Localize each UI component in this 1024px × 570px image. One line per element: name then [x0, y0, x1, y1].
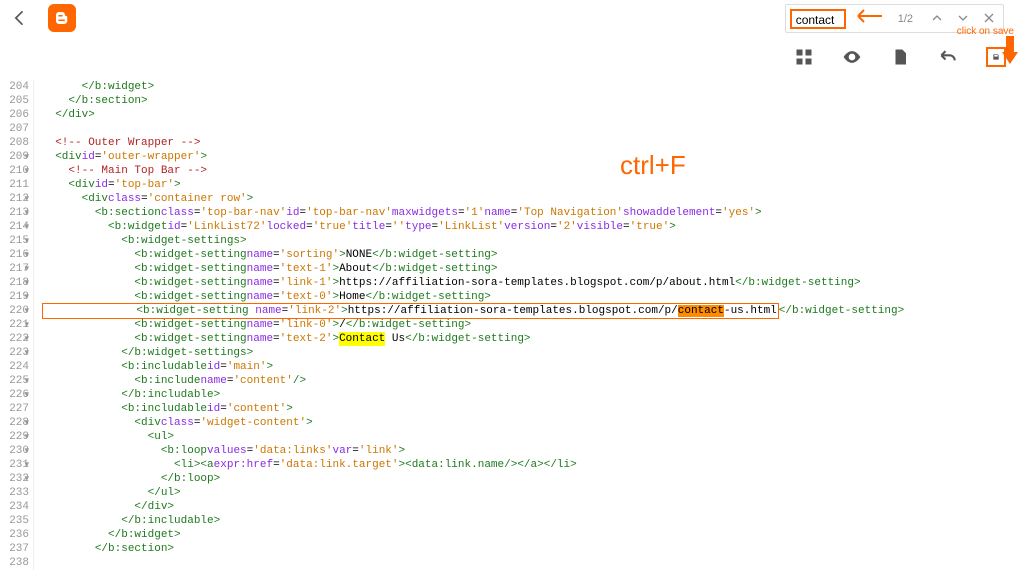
code-line[interactable]: <b:includable id='main'>: [42, 360, 1024, 374]
code-line[interactable]: <b:widget-setting name='text-0'>Home</b:…: [42, 290, 1024, 304]
gutter-line: 227 ▾: [0, 402, 29, 416]
gutter-line: 226: [0, 388, 29, 402]
gutter-line: 230 ▾: [0, 444, 29, 458]
arrow-down-annotation-icon: [1002, 36, 1018, 70]
gutter: 204205206207208 ▾209 ▾210211 ▾212 ▾213 ▾…: [0, 80, 34, 570]
undo-icon[interactable]: [938, 47, 958, 67]
code-line[interactable]: <b:widget-setting name='link-1'>https://…: [42, 276, 1024, 290]
code-line[interactable]: </b:widget>: [42, 80, 1024, 94]
code-area[interactable]: </b:widget> </b:section> </div> <!-- Out…: [34, 80, 1024, 570]
gutter-line: 222 ▾: [0, 332, 29, 346]
code-line[interactable]: [42, 556, 1024, 570]
code-line[interactable]: <ul>: [42, 430, 1024, 444]
find-prev-icon[interactable]: [927, 11, 947, 27]
code-line[interactable]: <div class='widget-content'>: [42, 416, 1024, 430]
gutter-line: 228 ▾: [0, 416, 29, 430]
code-line[interactable]: </b:loop>: [42, 472, 1024, 486]
find-next-icon[interactable]: [953, 11, 973, 27]
gutter-line: 220 ▾: [0, 304, 29, 318]
gutter-line: 208 ▾: [0, 136, 29, 150]
code-line[interactable]: <div id='top-bar'>: [42, 178, 1024, 192]
gutter-line: 221 ▾: [0, 318, 29, 332]
gutter-line: 224 ▾: [0, 360, 29, 374]
back-arrow-icon[interactable]: [8, 6, 32, 30]
gutter-line: 209 ▾: [0, 150, 29, 164]
code-line[interactable]: <b:loop values='data:links' var='link'>: [42, 444, 1024, 458]
code-line[interactable]: <b:widget id='LinkList72' locked='true' …: [42, 220, 1024, 234]
code-line[interactable]: <div class='container row'>: [42, 192, 1024, 206]
gutter-line: 238: [0, 556, 29, 570]
code-line[interactable]: </b:includable>: [42, 388, 1024, 402]
gutter-line: 236: [0, 528, 29, 542]
code-line[interactable]: <b:widget-setting name='text-2'>Contact …: [42, 332, 1024, 346]
gutter-line: 229 ▾: [0, 430, 29, 444]
gutter-line: 215 ▾: [0, 234, 29, 248]
blogger-logo-icon: [48, 4, 76, 32]
header-bar: 1/2: [0, 0, 1024, 36]
gutter-line: 235: [0, 514, 29, 528]
gutter-line: 232: [0, 472, 29, 486]
code-line[interactable]: <b:widget-setting name='sorting'>NONE</b…: [42, 248, 1024, 262]
code-line[interactable]: <li><a expr:href='data:link.target'><dat…: [42, 458, 1024, 472]
gutter-line: 218 ▾: [0, 276, 29, 290]
gutter-line: 223: [0, 346, 29, 360]
find-input[interactable]: [796, 13, 840, 27]
gutter-line: 233: [0, 486, 29, 500]
code-line[interactable]: </b:widget>: [42, 528, 1024, 542]
code-line[interactable]: <b:includable id='content'>: [42, 402, 1024, 416]
code-line[interactable]: <b:widget-setting name='text-1'>About</b…: [42, 262, 1024, 276]
code-line[interactable]: <div id='outer-wrapper'>: [42, 150, 1024, 164]
code-line[interactable]: [42, 122, 1024, 136]
code-line[interactable]: <b:widget-setting name='link-2'>https://…: [42, 304, 1024, 318]
code-editor[interactable]: 204205206207208 ▾209 ▾210211 ▾212 ▾213 ▾…: [0, 80, 1024, 570]
gutter-line: 225 ▾: [0, 374, 29, 388]
code-line[interactable]: </b:includable>: [42, 514, 1024, 528]
gutter-line: 219 ▾: [0, 290, 29, 304]
code-line[interactable]: <!-- Main Top Bar -->: [42, 164, 1024, 178]
find-count: 1/2: [898, 13, 913, 25]
code-line[interactable]: <b:include name='content'/>: [42, 374, 1024, 388]
preview-icon[interactable]: [842, 47, 862, 67]
gutter-line: 213 ▾: [0, 206, 29, 220]
code-line[interactable]: </b:section>: [42, 542, 1024, 556]
code-line[interactable]: </b:section>: [42, 94, 1024, 108]
gutter-line: 207: [0, 122, 29, 136]
gutter-line: 206: [0, 108, 29, 122]
code-line[interactable]: <b:section class='top-bar-nav' id='top-b…: [42, 206, 1024, 220]
code-line[interactable]: </b:widget-settings>: [42, 346, 1024, 360]
gutter-line: 237: [0, 542, 29, 556]
code-line[interactable]: </div>: [42, 108, 1024, 122]
code-line[interactable]: </ul>: [42, 486, 1024, 500]
code-line[interactable]: <b:widget-setting name='link-0'>/</b:wid…: [42, 318, 1024, 332]
arrow-left-annotation-icon: [856, 7, 884, 30]
gutter-line: 214 ▾: [0, 220, 29, 234]
gutter-line: 211 ▾: [0, 178, 29, 192]
gutter-line: 217 ▾: [0, 262, 29, 276]
ctrl-f-annotation: ctrl+F: [620, 150, 686, 181]
document-icon[interactable]: [890, 47, 910, 67]
gutter-line: 205: [0, 94, 29, 108]
find-close-icon[interactable]: [979, 11, 999, 27]
gutter-line: 210: [0, 164, 29, 178]
code-line[interactable]: <!-- Outer Wrapper -->: [42, 136, 1024, 150]
gutter-line: 212 ▾: [0, 192, 29, 206]
code-line[interactable]: <b:widget-settings>: [42, 234, 1024, 248]
toolbar: [0, 36, 1024, 78]
widgets-icon[interactable]: [794, 47, 814, 67]
gutter-line: 231 ▾: [0, 458, 29, 472]
find-input-wrap: [790, 9, 846, 29]
gutter-line: 204: [0, 80, 29, 94]
gutter-line: 216 ▾: [0, 248, 29, 262]
